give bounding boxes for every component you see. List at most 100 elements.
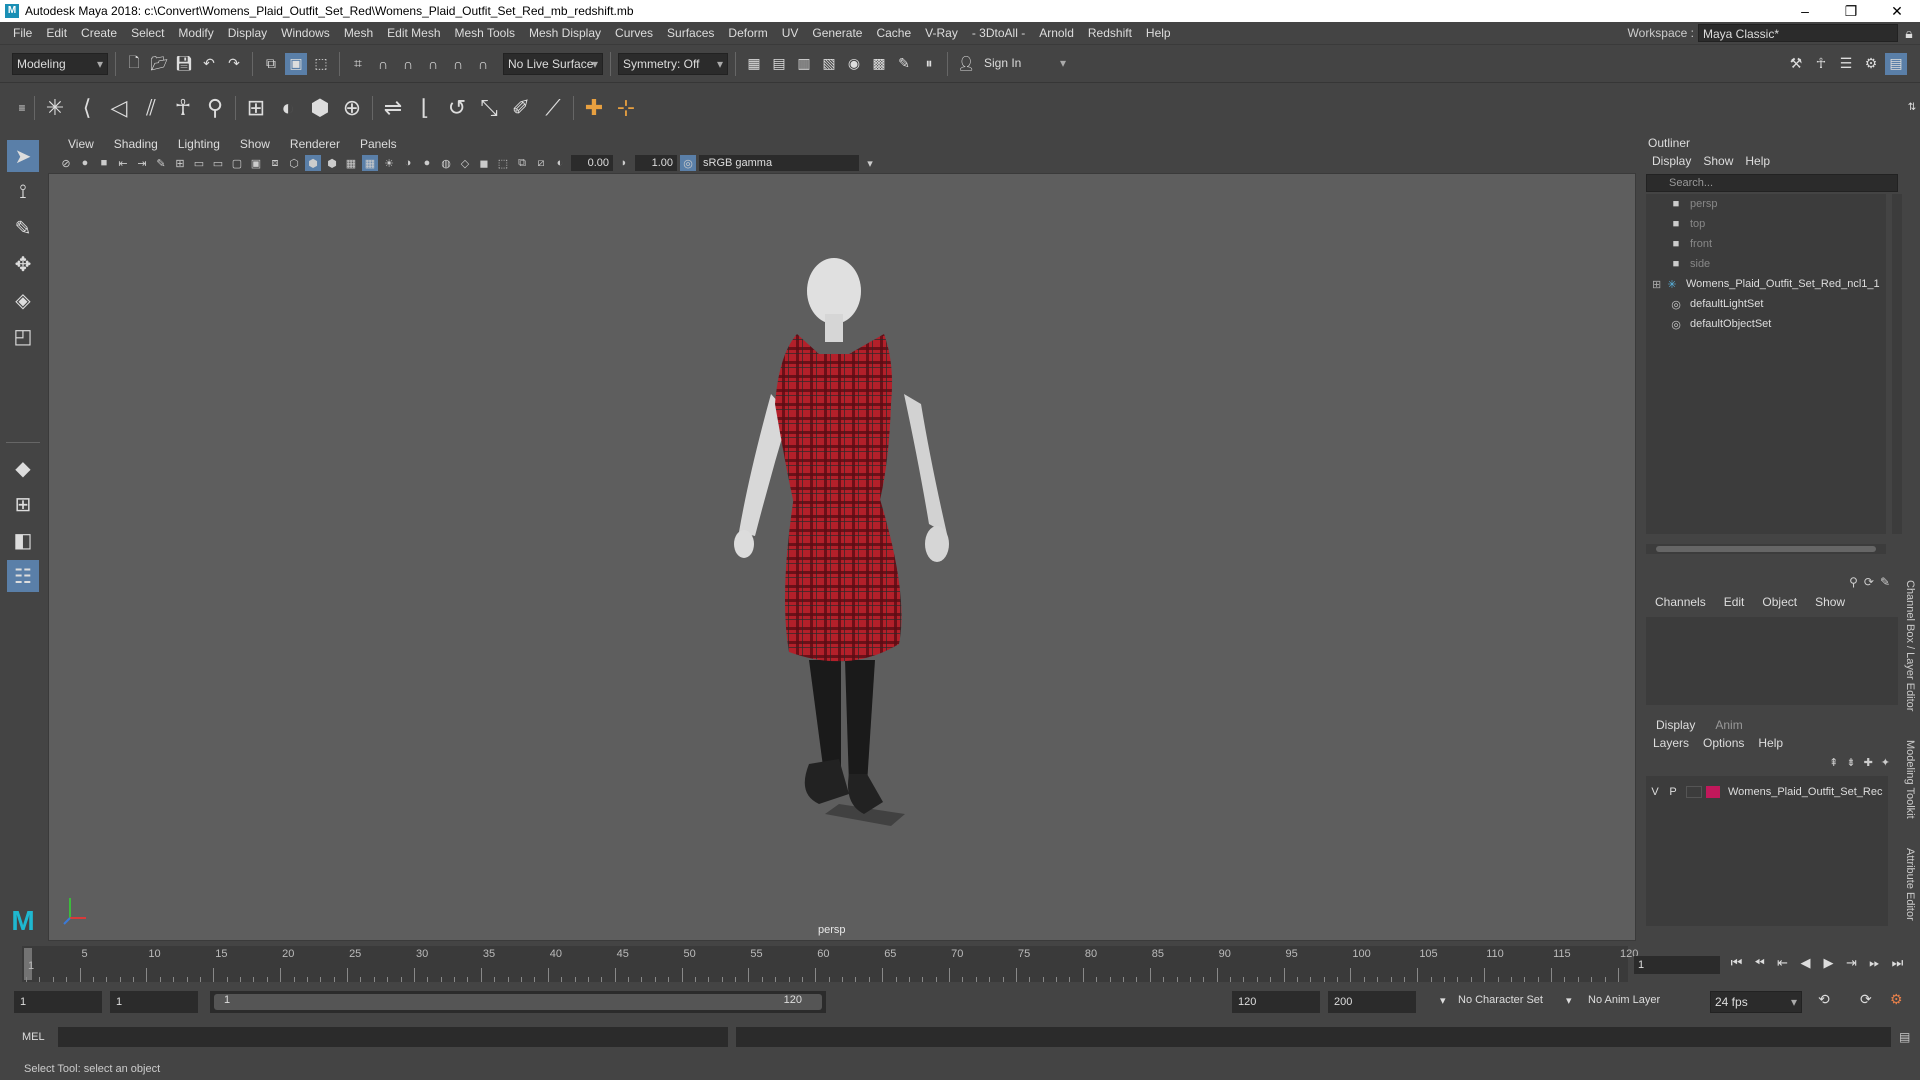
outliner-search-input[interactable]: Search... bbox=[1646, 174, 1898, 192]
isolate-select-icon[interactable]: ◼ bbox=[476, 155, 492, 171]
viewport-menu-show[interactable]: Show bbox=[230, 137, 280, 151]
render-frame-icon[interactable]: ▤ bbox=[768, 53, 790, 75]
film-gate-icon[interactable]: ▭ bbox=[191, 155, 207, 171]
menu-mesh-display[interactable]: Mesh Display bbox=[522, 26, 608, 40]
tab-modeling-toolkit[interactable]: Modeling Toolkit bbox=[1904, 740, 1916, 819]
tool-settings-toggle-icon[interactable]: ⚙ bbox=[1860, 53, 1882, 75]
play-forwards-icon[interactable]: ▶ bbox=[1820, 954, 1837, 972]
channel-menu-channels[interactable]: Channels bbox=[1646, 595, 1715, 609]
outliner-menu-help[interactable]: Help bbox=[1739, 154, 1776, 168]
layer-menu-options[interactable]: Options bbox=[1696, 736, 1751, 750]
menu-surfaces[interactable]: Surfaces bbox=[660, 26, 721, 40]
ipr-render-icon[interactable]: ▥ bbox=[793, 53, 815, 75]
menu-uv[interactable]: UV bbox=[775, 26, 806, 40]
go-to-end-icon[interactable]: ⏭︎ bbox=[1889, 954, 1906, 972]
layer-display-type-toggle[interactable] bbox=[1686, 786, 1702, 798]
menu-deform[interactable]: Deform bbox=[721, 26, 774, 40]
edit-icon[interactable]: ✎ bbox=[1880, 575, 1890, 589]
menu-windows[interactable]: Windows bbox=[274, 26, 337, 40]
go-to-start-icon[interactable]: ⏮︎ bbox=[1728, 954, 1745, 972]
wireframe-icon[interactable]: ⬡ bbox=[286, 155, 302, 171]
sign-in-button[interactable]: Sign In bbox=[980, 52, 1070, 75]
tab-attribute-editor[interactable]: Attribute Editor bbox=[1904, 848, 1916, 921]
list-item[interactable]: ■ front bbox=[1646, 234, 1886, 254]
refresh-icon[interactable]: ⟳ bbox=[1864, 575, 1874, 589]
single-perspective-layout-icon[interactable]: ◆ bbox=[7, 452, 39, 484]
exposure-field[interactable]: 0.00 bbox=[571, 155, 613, 171]
snap-magnet-icon[interactable]: ∩ bbox=[472, 53, 494, 75]
playback-start-field[interactable]: 1 bbox=[110, 991, 198, 1013]
new-scene-icon[interactable]: 🗋 bbox=[123, 53, 145, 75]
render-view-icon[interactable]: ▦ bbox=[743, 53, 765, 75]
character-set-label[interactable]: No Character Set bbox=[1458, 994, 1543, 1006]
camera-attributes-icon[interactable]: ⊘ bbox=[58, 155, 74, 171]
key-icon[interactable]: ⚲ bbox=[1849, 575, 1858, 589]
channel-menu-edit[interactable]: Edit bbox=[1715, 595, 1754, 609]
pause-icon[interactable]: ⏸︎ bbox=[918, 53, 940, 75]
tab-display[interactable]: Display bbox=[1646, 716, 1705, 734]
open-scene-icon[interactable]: 📂︎ bbox=[148, 53, 170, 75]
outliner-horizontal-scrollbar[interactable] bbox=[1646, 544, 1886, 554]
move-layer-up-icon[interactable]: ⇞ bbox=[1829, 756, 1838, 769]
outliner-layout-icon[interactable]: ☷ bbox=[7, 560, 39, 592]
color-management-icon[interactable]: ◎ bbox=[680, 155, 696, 171]
gate-mask-icon[interactable]: ▢ bbox=[229, 155, 245, 171]
list-item[interactable]: ◎ defaultObjectSet bbox=[1646, 314, 1886, 334]
camera-lock-icon[interactable]: ● bbox=[77, 155, 93, 171]
animation-start-field[interactable]: 1 bbox=[14, 991, 102, 1013]
wireframe-on-shaded-icon[interactable]: ⬢ bbox=[324, 155, 340, 171]
safe-action-icon[interactable]: ⧈ bbox=[267, 155, 283, 171]
save-scene-icon[interactable]: 💾︎ bbox=[173, 53, 195, 75]
symmetry-dropdown[interactable]: Symmetry: Off bbox=[618, 52, 728, 75]
undo-icon[interactable]: ↶ bbox=[198, 53, 220, 75]
viewport-menu-renderer[interactable]: Renderer bbox=[280, 137, 350, 151]
channel-menu-object[interactable]: Object bbox=[1753, 595, 1806, 609]
new-layer-icon[interactable]: ✚ bbox=[1864, 756, 1873, 769]
constraint-orient-icon[interactable]: ↺ bbox=[441, 92, 473, 124]
tab-anim[interactable]: Anim bbox=[1705, 716, 1752, 734]
xray-joints-icon[interactable]: ⧉ bbox=[514, 155, 530, 171]
layer-menu-layers[interactable]: Layers bbox=[1646, 736, 1696, 750]
outliner-vertical-scrollbar[interactable] bbox=[1892, 194, 1902, 534]
paint-weights-icon[interactable]: ⊞ bbox=[240, 92, 272, 124]
loop-icon[interactable]: ⟲ bbox=[1818, 991, 1830, 1008]
chevron-down-icon[interactable]: ▾ bbox=[1440, 994, 1446, 1007]
auto-key-icon[interactable]: ⟳ bbox=[1860, 991, 1872, 1008]
playback-end-field[interactable]: 120 bbox=[1232, 991, 1320, 1013]
quick-rig-icon[interactable]: ⚲ bbox=[199, 92, 231, 124]
depth-of-field-icon[interactable]: ◇ bbox=[457, 155, 473, 171]
blend-shape-icon[interactable]: ◐ bbox=[272, 92, 304, 124]
redo-icon[interactable]: ↷ bbox=[223, 53, 245, 75]
scale-tool-icon[interactable]: ◰ bbox=[7, 320, 39, 352]
list-item[interactable]: ■ top bbox=[1646, 214, 1886, 234]
shelf-menu-icon[interactable]: ≡ bbox=[14, 92, 30, 124]
animation-end-field[interactable]: 200 bbox=[1328, 991, 1416, 1013]
menu-vray[interactable]: V-Ray bbox=[918, 26, 965, 40]
play-backwards-icon[interactable]: ◀ bbox=[1797, 954, 1814, 972]
menu-display[interactable]: Display bbox=[221, 26, 274, 40]
locator-joint-icon[interactable]: ⊹ bbox=[610, 92, 642, 124]
persp-outliner-layout-icon[interactable]: ◧ bbox=[7, 524, 39, 556]
select-by-component-icon[interactable]: ⬚ bbox=[310, 53, 332, 75]
anim-layer-label[interactable]: No Anim Layer bbox=[1588, 994, 1660, 1006]
menu-curves[interactable]: Curves bbox=[608, 26, 660, 40]
script-editor-icon[interactable]: ▤ bbox=[1899, 1030, 1910, 1044]
anti-aliasing-icon[interactable]: ◍ bbox=[438, 155, 454, 171]
constraint-aim-icon[interactable]: ✐ bbox=[505, 92, 537, 124]
grease-pencil-icon[interactable]: ✎ bbox=[153, 155, 169, 171]
viewport-menu-panels[interactable]: Panels bbox=[350, 137, 407, 151]
gamma-field[interactable]: 1.00 bbox=[635, 155, 677, 171]
anim-preferences-icon[interactable]: ⚙ bbox=[1890, 991, 1903, 1008]
create-joint-icon[interactable]: ✳ bbox=[39, 92, 71, 124]
select-by-object-icon[interactable]: ▣ bbox=[285, 52, 307, 75]
snap-grid-icon[interactable]: ⌗ bbox=[347, 53, 369, 75]
gamma-icon[interactable]: ◗ bbox=[616, 155, 632, 171]
render-settings-icon[interactable]: ▧ bbox=[818, 53, 840, 75]
menu-file[interactable]: File bbox=[6, 26, 39, 40]
workspace-dropdown[interactable]: Maya Classic* bbox=[1698, 24, 1898, 42]
fps-dropdown[interactable]: 24 fps bbox=[1710, 991, 1802, 1013]
shadows-icon[interactable]: ☀ bbox=[381, 155, 397, 171]
mel-command-input[interactable] bbox=[58, 1027, 728, 1047]
xray-icon[interactable]: ⬚ bbox=[495, 155, 511, 171]
menu-help[interactable]: Help bbox=[1139, 26, 1178, 40]
